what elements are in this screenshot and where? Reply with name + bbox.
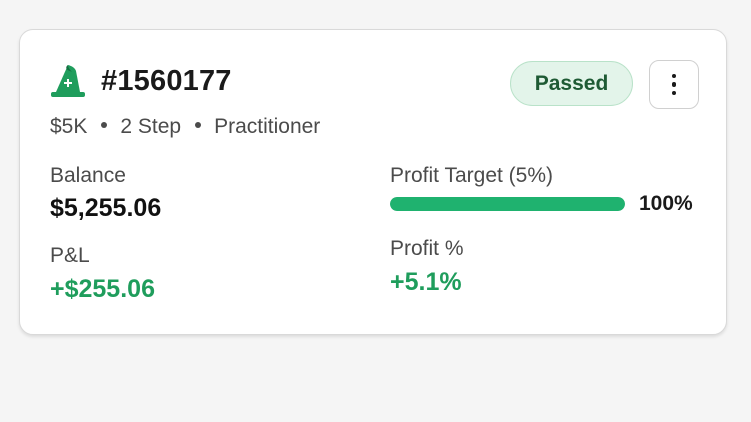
more-options-button[interactable] bbox=[649, 60, 699, 109]
profit-pct-label: Profit % bbox=[390, 237, 464, 260]
pnl-label: P&L bbox=[50, 244, 90, 267]
wizard-hat-icon bbox=[51, 65, 85, 97]
account-card[interactable]: #1560177 $5K 2 Step Practitioner Passed Ba… bbox=[19, 29, 727, 335]
separator-dot bbox=[195, 122, 202, 129]
balance-label: Balance bbox=[50, 164, 126, 187]
profit-target-label: Profit Target (5%) bbox=[390, 164, 554, 187]
profit-pct-value: +5.1% bbox=[390, 268, 462, 296]
account-meta: $5K 2 Step Practitioner bbox=[50, 113, 320, 141]
profit-target-progress-text: 100% bbox=[639, 192, 693, 215]
account-size: $5K bbox=[50, 115, 88, 138]
account-id: #1560177 bbox=[101, 65, 232, 97]
separator-dot bbox=[101, 122, 108, 129]
profit-target-progress-fill bbox=[390, 197, 625, 211]
balance-value: $5,255.06 bbox=[50, 194, 162, 222]
pnl-value: +$255.06 bbox=[50, 275, 155, 303]
status-badge: Passed bbox=[510, 61, 633, 106]
account-steps: 2 Step bbox=[120, 115, 182, 138]
account-tier: Practitioner bbox=[214, 115, 321, 138]
more-vertical-icon bbox=[671, 73, 677, 79]
profit-target-progress-bar bbox=[390, 197, 625, 211]
